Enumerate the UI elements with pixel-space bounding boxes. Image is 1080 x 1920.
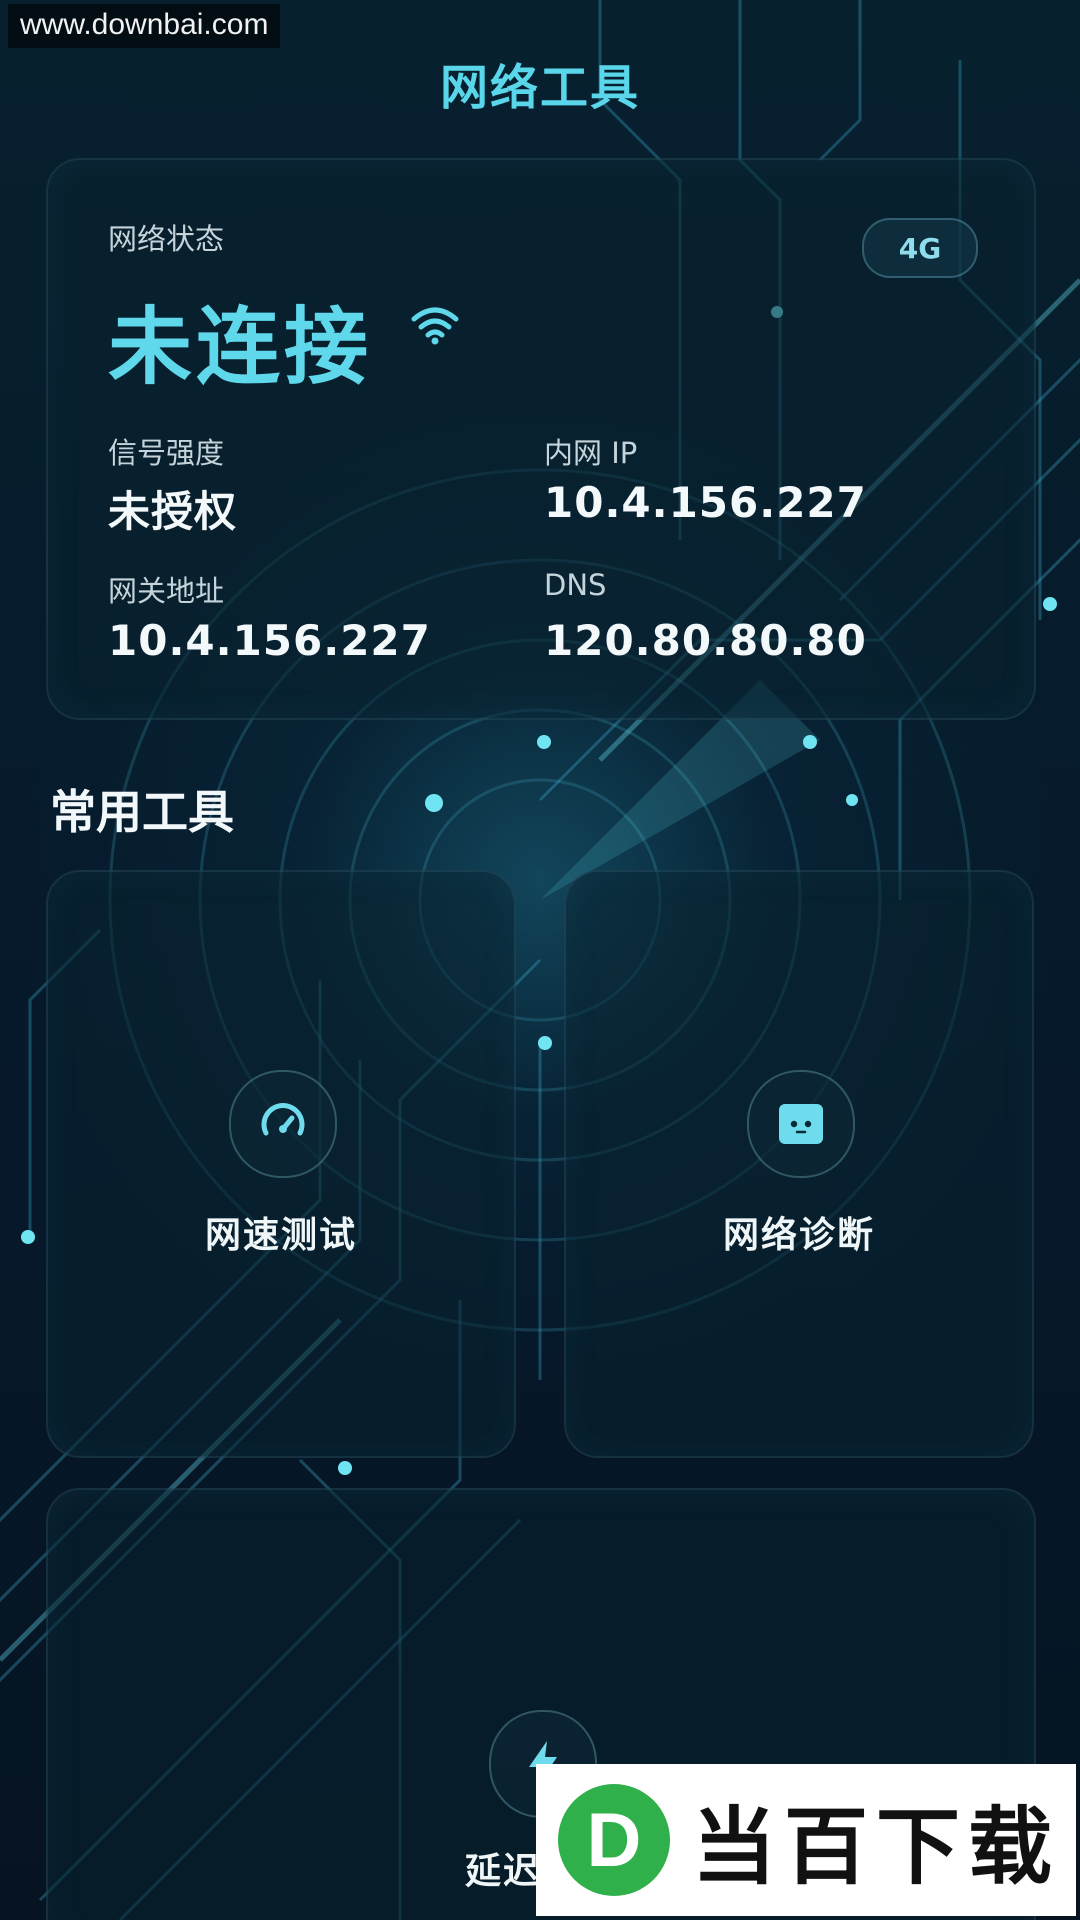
speed-test-label: 网速测试 [204,1215,357,1256]
gateway-label: 网关地址 [108,574,225,608]
signal-strength-label: 信号强度 [108,436,225,470]
wifi-icon [411,307,459,345]
connection-status: 未连接 [108,298,373,396]
network-diagnosis-card[interactable]: 网络诊断 [564,870,1034,1458]
signal-strength-value: 未授权 [108,487,238,536]
network-type-badge: 4G [862,218,978,278]
logo-text: 当百下载 [692,1797,1061,1896]
dns-value: 120.80.80.80 [544,616,867,665]
speed-test-card[interactable]: 网速测试 [46,870,516,1458]
speedometer-icon [229,1070,337,1178]
gateway-value: 10.4.156.227 [108,616,431,665]
network-status-card: 网络状态 4G 未连接 信号强度 未授权 内网 IP 10.4.156.227 … [46,158,1036,720]
site-watermark: www.downbai.com [8,4,281,48]
logo-d-icon: D [558,1784,670,1896]
lan-ip-value: 10.4.156.227 [544,478,867,527]
dns-label: DNS [544,568,607,602]
diagnosis-icon [747,1070,855,1178]
site-logo-watermark: D 当百下载 [536,1764,1076,1916]
lan-ip-label: 内网 IP [544,436,638,470]
network-diagnosis-label: 网络诊断 [722,1215,875,1256]
app-screen: www.downbai.com 网络工具 网络状态 4G 未连接 信号强度 未授… [0,0,1080,1920]
page-title: 网络工具 [439,60,640,116]
tools-section-title: 常用工具 [50,785,234,839]
network-status-label: 网络状态 [108,222,225,256]
